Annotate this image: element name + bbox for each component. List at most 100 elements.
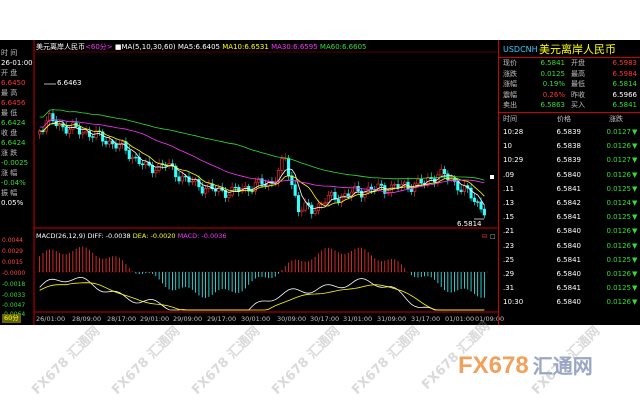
ma-line-ma5: [39, 120, 485, 210]
ticks-header-time: 时间: [503, 115, 517, 123]
tick-time: 10: [503, 142, 512, 151]
quote-value: 0.0125: [540, 69, 566, 78]
x-tick-label: 31/09:00: [377, 315, 407, 323]
ma5-label: MA5:6.6405: [177, 43, 221, 51]
candle-body: [54, 120, 58, 127]
candle-body: [180, 175, 184, 182]
down-arrow-icon: ▼: [632, 199, 638, 207]
x-tick-label: 30/09:00: [277, 315, 307, 323]
quote-value: 0.19%: [542, 80, 565, 88]
quote-label: 买入: [571, 101, 585, 109]
candle-body: [379, 183, 384, 186]
tick-change: 0.0125: [606, 213, 632, 222]
ma10-label: MA10:6.6531: [222, 43, 269, 51]
quote-value: 6.5863: [540, 101, 566, 109]
period-button[interactable]: 60分: [2, 314, 21, 323]
info-change-value: -0.0025: [1, 159, 29, 167]
brand-fx: FX678: [458, 352, 529, 379]
info-high-value: 6.6456: [1, 99, 26, 107]
tick-price: 6.5839: [556, 156, 582, 165]
candle-body: [396, 184, 400, 188]
ma-lines-group: [39, 109, 485, 210]
macd-ytick: 0.0029: [2, 248, 23, 255]
indicator-zoom-icon[interactable]: ⊟: [482, 233, 487, 240]
down-arrow-icon: ▼: [632, 284, 638, 293]
high-mark-label: 6.6463: [57, 79, 82, 87]
watermark-text: FX678 汇通网: [189, 323, 264, 398]
candle-body: [131, 156, 135, 160]
quote-label: 现价: [503, 59, 517, 67]
candle-body: [71, 122, 75, 130]
watermark-text: FX678 汇通网: [109, 323, 184, 398]
info-time-value: 26-01:00: [1, 59, 33, 67]
tick-time: .15: [503, 213, 515, 222]
candle-body: [177, 176, 181, 182]
macd-ytick: -0.0018: [2, 281, 26, 288]
tick-price: 6.5840: [556, 241, 582, 250]
chart-header: 美元离岸人民币<60分> ■MA(5,10,30,60) MA5:6.6405 …: [36, 43, 367, 52]
candle-body: [442, 168, 447, 175]
candle-body: [280, 158, 284, 171]
info-open-label: 开 盘: [1, 69, 18, 77]
candle-body: [476, 201, 480, 203]
candle-body: [233, 186, 238, 189]
quote-label: 开盘: [571, 59, 585, 67]
tick-time: .29: [503, 270, 515, 278]
tick-price: 6.5838: [556, 142, 582, 151]
candle-body: [459, 189, 463, 192]
candle-body: [154, 169, 158, 174]
tick-price: 6.5841: [556, 213, 582, 222]
tick-time: 10:28: [503, 128, 524, 136]
x-tick-label: 30/17:00: [310, 315, 340, 323]
candle-body: [343, 193, 347, 197]
cursor-marker: [490, 175, 494, 179]
down-arrow-icon: ▼: [632, 128, 638, 136]
x-tick-label: 28/17:00: [107, 315, 137, 323]
ticks-header-price: 价格: [557, 115, 571, 123]
tick-time: .23: [503, 241, 515, 250]
candle-body: [359, 190, 364, 198]
ma-line-ma10: [39, 123, 485, 207]
candle-body: [293, 184, 297, 196]
quote-value: 6.5984: [612, 69, 638, 78]
candle-body: [107, 140, 111, 145]
tick-change: 0.0126: [606, 227, 632, 236]
candle-body: [127, 150, 131, 160]
indicator-close-icon[interactable]: □: [490, 233, 496, 240]
candle-body: [416, 178, 420, 185]
candle-body: [144, 161, 148, 166]
info-amp-label: 振 幅: [1, 189, 18, 197]
info-close-value: 6.6424: [1, 139, 26, 147]
x-tick-label: 29/17:00: [207, 315, 237, 323]
candle-body: [393, 184, 397, 186]
candle-body: [114, 143, 118, 149]
tick-change: 0.0126: [606, 170, 632, 179]
macd-label: MACD(26,12,9): [36, 232, 86, 240]
macd-header: MACD(26,12,9) DIFF: -0.0038 DEA: -0.0020…: [36, 232, 227, 241]
x-tick-label: 29/09:00: [173, 315, 203, 323]
candle-body: [346, 193, 350, 197]
down-arrow-icon: ▼: [632, 213, 638, 222]
quote-label: 卖出: [503, 101, 517, 109]
down-arrow-icon: ▼: [632, 142, 638, 151]
quote-symbol: USDCNH: [503, 45, 538, 54]
tick-time: 10:29: [503, 156, 524, 165]
quote-value: 6.5966: [612, 90, 638, 99]
down-arrow-icon: ▼: [632, 184, 638, 193]
candle-body: [313, 210, 317, 214]
down-arrow-icon: ▼: [632, 227, 638, 236]
quote-label: 震幅: [503, 90, 517, 99]
macd-dea: DEA: -0.0020: [132, 232, 176, 240]
quote-label: 最高: [571, 69, 585, 78]
tick-price: 6.5840: [556, 270, 582, 278]
info-low-value: 6.6424: [1, 119, 26, 127]
info-low-label: 最 低: [1, 109, 18, 117]
watermark-text: FX678 汇通网: [269, 323, 344, 398]
quote-value: 6.5841: [540, 59, 566, 67]
info-pct-value: -0.04%: [1, 179, 26, 187]
candle-body: [303, 202, 307, 211]
candle-body: [190, 180, 194, 183]
macd-ytick: -0.0047: [2, 302, 26, 309]
down-arrow-icon: ▼: [632, 298, 638, 307]
candle-body: [64, 126, 68, 134]
